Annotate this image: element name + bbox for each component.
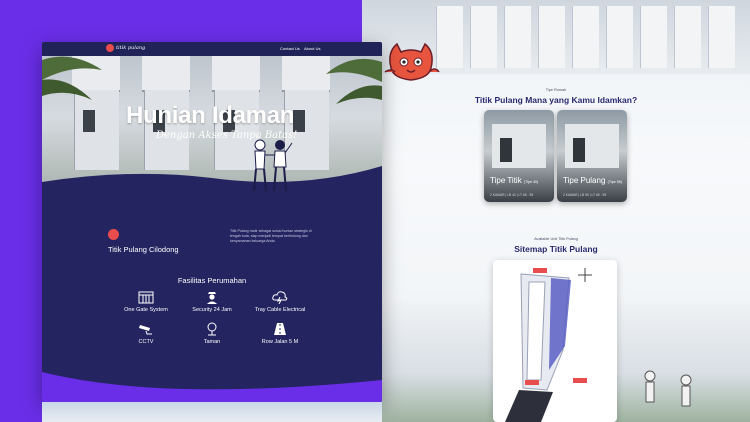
showcase-stage: titik pulang Contact Us About Us Hunian … <box>0 0 750 422</box>
cctv-icon <box>139 325 152 335</box>
site-logo[interactable]: titik pulang <box>106 44 145 52</box>
gate-icon <box>138 291 154 304</box>
kids-playing-illustration <box>644 370 692 407</box>
footer-wave-divider <box>42 372 382 402</box>
unit-marker <box>573 378 587 383</box>
brand-description: Titik Pulang hadir sebagai solusi hunian… <box>230 229 312 243</box>
facility-label: Tray Cable Electrical <box>254 307 306 313</box>
hero-wave-divider <box>42 166 382 200</box>
house-facade <box>606 6 633 68</box>
house-facade <box>504 6 531 68</box>
security-guard-icon <box>207 292 217 304</box>
compass-icon <box>578 268 592 282</box>
tree-icon <box>207 322 217 336</box>
unit-marker <box>533 268 547 273</box>
house-type-card[interactable]: Tipe Titik (Tipe 40) 2 KAMAR | LB 40 | L… <box>484 110 554 202</box>
siteplan-kicker: Available Unit Titik Pulang <box>534 237 578 241</box>
road-icon <box>274 323 286 335</box>
logo-text: titik pulang <box>116 45 146 51</box>
location-pin-icon <box>108 229 119 240</box>
house-facade <box>572 6 599 68</box>
couple-illustration <box>253 139 293 192</box>
palm-leaves-decoration <box>42 56 102 100</box>
house-type-spec: 2 KAMAR | LB 55 | LT 65 - 95 <box>563 193 607 197</box>
house-roof <box>142 54 190 92</box>
house-type-card[interactable]: Tipe Pulang (Tipe 55) 2 KAMAR | LB 55 | … <box>557 110 627 202</box>
houses-strip-bottom <box>42 402 382 422</box>
house-type-name: Tipe Pulang (Tipe 55) <box>563 176 622 185</box>
siteplan-map[interactable] <box>493 260 617 422</box>
brand-name: Titik Pulang Cilodong <box>108 245 179 254</box>
house-facade <box>708 6 735 68</box>
cloud-electric-icon <box>272 291 288 304</box>
house-window <box>573 138 585 162</box>
nav-link-contact[interactable]: Contact Us <box>280 46 300 51</box>
house-roof <box>212 54 260 92</box>
unit-marker <box>525 380 539 385</box>
facility-label: Row Jalan 5 M <box>261 339 299 345</box>
siteplan-drawing <box>505 268 592 422</box>
siteplan-title: Sitemap Titik Pulang <box>514 244 598 254</box>
house-facade <box>640 6 667 68</box>
types-kicker: Tipe Rumah <box>545 88 567 92</box>
house-facade <box>470 6 497 68</box>
house-window <box>293 110 305 132</box>
house-window <box>500 138 512 162</box>
facilities-title: Fasilitas Perumahan <box>177 276 247 285</box>
mascot-cat-illustration <box>384 42 440 81</box>
hero-title: Hunian Idaman <box>126 102 295 129</box>
top-navigation: titik pulang Contact Us About Us <box>42 42 382 56</box>
nav-link-about[interactable]: About Us <box>304 46 320 51</box>
house-facade <box>538 6 565 68</box>
house-facade <box>674 6 701 68</box>
types-title: Titik Pulang Mana yang Kamu Idamkan? <box>474 95 638 105</box>
facility-item: Tray Cable Electrical <box>240 290 320 313</box>
facility-item: Row Jalan 5 M <box>240 322 320 345</box>
house-type-size: (Tipe 40) <box>523 180 539 184</box>
landing-page-preview: titik pulang Contact Us About Us Hunian … <box>42 42 382 402</box>
house-type-name: Tipe Titik (Tipe 40) <box>490 176 539 185</box>
house-type-size: (Tipe 55) <box>607 180 622 184</box>
house-type-spec: 2 KAMAR | LB 40 | LT 65 - 95 <box>490 193 534 197</box>
logo-mark-icon <box>106 44 114 52</box>
